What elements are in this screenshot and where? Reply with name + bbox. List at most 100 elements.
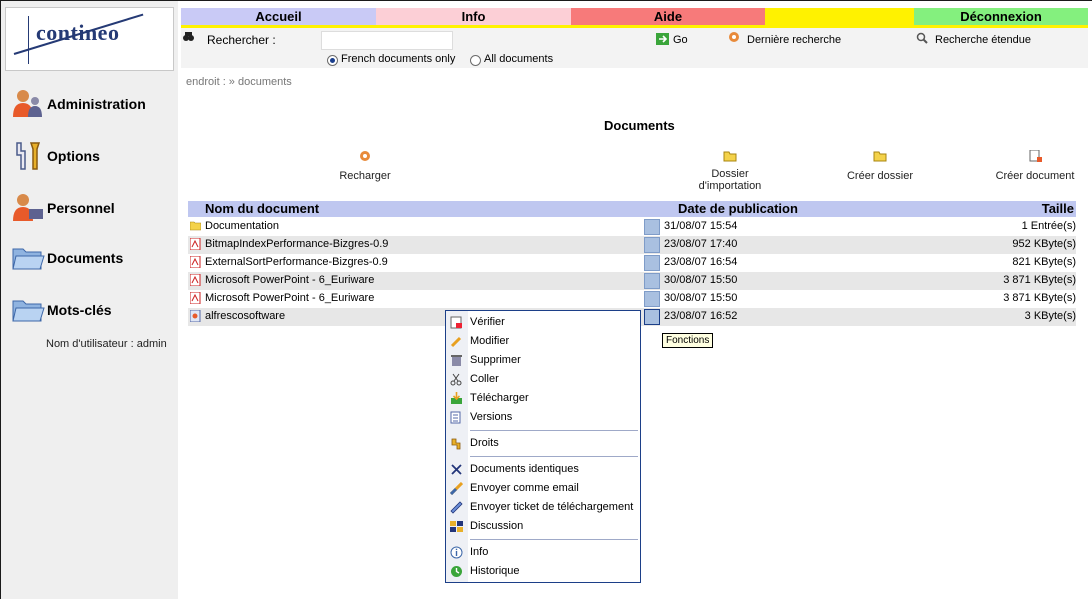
menu-item-droits[interactable]: Droits bbox=[446, 434, 640, 453]
sidebar-item-personnel[interactable]: Personnel bbox=[11, 191, 171, 227]
menu-separator bbox=[470, 539, 638, 540]
breadcrumb: endroit : » documents bbox=[186, 76, 292, 88]
scope-all-radio[interactable] bbox=[470, 55, 481, 66]
functions-button[interactable] bbox=[644, 255, 660, 271]
pdf-icon bbox=[190, 274, 201, 286]
tab-deconnexion[interactable]: Déconnexion bbox=[914, 8, 1088, 25]
advanced-search-icon bbox=[916, 32, 928, 44]
functions-tooltip: Fonctions bbox=[662, 333, 714, 348]
search-input[interactable] bbox=[321, 31, 453, 50]
menu-item-label: Supprimer bbox=[470, 354, 521, 366]
menu-item-label: Coller bbox=[470, 373, 499, 385]
menu-item-historique[interactable]: Historique bbox=[446, 562, 640, 581]
sidebar-item-label: Options bbox=[47, 148, 100, 164]
download-icon bbox=[451, 392, 462, 404]
info-icon bbox=[450, 546, 463, 559]
admin-users-icon bbox=[13, 90, 42, 117]
column-header-date[interactable]: Date de publication bbox=[678, 201, 798, 216]
menu-item-envoyer-ticket[interactable]: Envoyer ticket de téléchargement bbox=[446, 498, 640, 517]
sidebar-item-options[interactable]: Options bbox=[11, 139, 171, 175]
menu-item-modifier[interactable]: Modifier bbox=[446, 332, 640, 351]
document-size: 1 Entrée(s) bbox=[1021, 220, 1076, 232]
folder-keywords-icon bbox=[12, 300, 45, 322]
import-folder-action[interactable]: Dossier d'importation bbox=[690, 150, 770, 192]
menu-item-documents-identiques[interactable]: Documents identiques bbox=[446, 460, 640, 479]
document-name[interactable]: Microsoft PowerPoint - 6_Euriware bbox=[205, 274, 374, 286]
document-name[interactable]: ExternalSortPerformance-Bizgres-0.9 bbox=[205, 256, 388, 268]
rights-key-icon bbox=[451, 438, 461, 450]
menu-item-telecharger[interactable]: Télécharger bbox=[446, 389, 640, 408]
menu-item-label: Modifier bbox=[470, 335, 510, 347]
menu-item-label: Télécharger bbox=[470, 392, 529, 404]
functions-button[interactable] bbox=[644, 273, 660, 289]
delete-icon bbox=[451, 355, 462, 366]
history-icon bbox=[451, 566, 462, 577]
create-document-action[interactable]: Créer document bbox=[992, 150, 1078, 182]
sidebar-item-label: Administration bbox=[47, 96, 146, 112]
table-row[interactable]: BitmapIndexPerformance-Bizgres-0.9 23/08… bbox=[188, 236, 1076, 254]
go-arrow-icon bbox=[656, 33, 669, 45]
binoculars-icon bbox=[183, 32, 194, 41]
file-icon bbox=[190, 310, 201, 322]
functions-button[interactable] bbox=[644, 309, 660, 325]
menu-item-envoyer-email[interactable]: Envoyer comme email bbox=[446, 479, 640, 498]
menu-item-info[interactable]: Info bbox=[446, 543, 640, 562]
sidebar-item-label: Mots-clés bbox=[47, 302, 112, 318]
menu-item-coller[interactable]: Coller bbox=[446, 370, 640, 389]
table-row[interactable]: Microsoft PowerPoint - 6_Euriware 30/08/… bbox=[188, 272, 1076, 290]
table-row[interactable]: Microsoft PowerPoint - 6_Euriware 30/08/… bbox=[188, 290, 1076, 308]
document-size: 3 871 KByte(s) bbox=[1003, 274, 1076, 286]
logo[interactable]: contineo bbox=[5, 7, 174, 71]
checkout-icon bbox=[450, 316, 462, 329]
pdf-icon bbox=[190, 238, 201, 250]
import-label-line1: Dossier bbox=[711, 168, 749, 180]
versions-icon bbox=[450, 411, 461, 424]
personal-user-icon bbox=[13, 194, 43, 221]
reload-icon bbox=[360, 151, 370, 161]
document-name[interactable]: alfrescosoftware bbox=[205, 310, 285, 322]
menu-item-discussion[interactable]: Discussion bbox=[446, 517, 640, 536]
functions-button[interactable] bbox=[644, 237, 660, 253]
functions-context-menu: Vérifier Modifier Supprimer Coller Téléc… bbox=[445, 310, 641, 583]
document-date: 30/08/07 15:50 bbox=[664, 274, 738, 286]
column-header-size[interactable]: Taille bbox=[1042, 201, 1074, 216]
sidebar: contineo Administration Options Personne… bbox=[1, 1, 178, 599]
create-document-label: Créer document bbox=[995, 170, 1075, 182]
create-folder-label: Créer dossier bbox=[846, 170, 914, 182]
last-search-link[interactable]: Dernière recherche bbox=[747, 34, 841, 46]
tab-info[interactable]: Info bbox=[376, 8, 571, 25]
sidebar-item-label: Personnel bbox=[47, 200, 115, 216]
document-date: 23/08/07 16:54 bbox=[664, 256, 738, 268]
document-date: 31/08/07 15:54 bbox=[664, 220, 738, 232]
reload-action[interactable]: Recharger bbox=[330, 150, 400, 182]
tab-aide[interactable]: Aide bbox=[571, 8, 765, 25]
functions-button[interactable] bbox=[644, 291, 660, 307]
sidebar-item-mots-cles[interactable]: Mots-clés bbox=[11, 293, 171, 329]
table-row[interactable]: ExternalSortPerformance-Bizgres-0.9 23/0… bbox=[188, 254, 1076, 272]
import-label-line2: d'importation bbox=[698, 180, 762, 192]
menu-item-label: Vérifier bbox=[470, 316, 505, 328]
go-button[interactable]: Go bbox=[673, 34, 688, 46]
document-name[interactable]: BitmapIndexPerformance-Bizgres-0.9 bbox=[205, 238, 388, 250]
scope-french-radio[interactable] bbox=[327, 55, 338, 66]
tab-accueil[interactable]: Accueil bbox=[181, 8, 376, 25]
sidebar-item-administration[interactable]: Administration bbox=[11, 87, 171, 123]
document-name[interactable]: Microsoft PowerPoint - 6_Euriware bbox=[205, 292, 374, 304]
document-name[interactable]: Documentation bbox=[205, 220, 279, 232]
menu-item-verifier[interactable]: Vérifier bbox=[446, 313, 640, 332]
sidebar-item-documents[interactable]: Documents bbox=[11, 241, 171, 277]
folder-import-icon bbox=[723, 151, 737, 162]
reload-label: Recharger bbox=[339, 170, 391, 182]
menu-item-label: Envoyer ticket de téléchargement bbox=[470, 501, 634, 513]
menu-item-supprimer[interactable]: Supprimer bbox=[446, 351, 640, 370]
scissors-icon bbox=[450, 373, 462, 386]
column-header-name[interactable]: Nom du document bbox=[205, 201, 319, 216]
create-folder-action[interactable]: Créer dossier bbox=[840, 150, 920, 182]
functions-button[interactable] bbox=[644, 219, 660, 235]
table-header: Nom du document Date de publication Tail… bbox=[188, 201, 1076, 217]
document-date: 23/08/07 16:52 bbox=[664, 310, 738, 322]
folder-open-icon bbox=[12, 248, 45, 270]
menu-item-versions[interactable]: Versions bbox=[446, 408, 640, 427]
table-row[interactable]: Documentation 31/08/07 15:54 1 Entrée(s) bbox=[188, 218, 1076, 236]
advanced-search-link[interactable]: Recherche étendue bbox=[935, 34, 1031, 46]
